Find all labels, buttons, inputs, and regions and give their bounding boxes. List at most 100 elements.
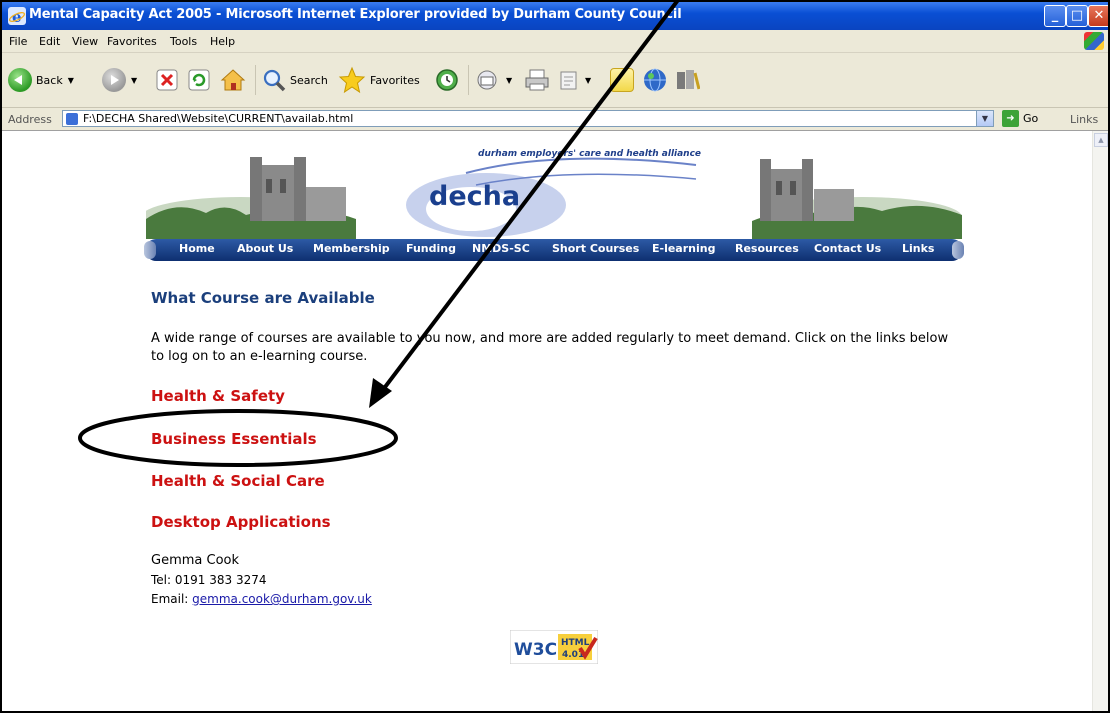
nav-funding[interactable]: Funding [406, 242, 456, 255]
chevron-down-icon: ▼ [131, 75, 138, 85]
svg-text:HTML: HTML [561, 638, 590, 648]
nav-links[interactable]: Links [902, 242, 934, 255]
windows-logo-icon [1084, 32, 1104, 50]
nav-nmds-sc[interactable]: NMDS-SC [472, 242, 530, 255]
contact-email-link[interactable]: gemma.cook@durham.gov.uk [192, 592, 372, 606]
nav-left-cap [144, 241, 156, 259]
vertical-scrollbar[interactable]: ▲ [1092, 131, 1108, 711]
title-bar[interactable]: e Mental Capacity Act 2005 - Microsoft I… [2, 2, 1108, 30]
nav-resources[interactable]: Resources [735, 242, 799, 255]
print-icon [525, 69, 549, 91]
menu-file[interactable]: File [9, 35, 27, 48]
back-label: Back [36, 73, 63, 87]
research-button[interactable] [674, 64, 700, 96]
intro-paragraph: A wide range of courses are available to… [151, 331, 949, 364]
contact-name: Gemma Cook [151, 553, 240, 568]
notes-button[interactable] [610, 64, 634, 96]
go-label: Go [1023, 112, 1039, 125]
back-arrow-icon [8, 68, 32, 92]
menu-view[interactable]: View [72, 35, 98, 48]
toolbar: Back ▼ ▼ Search Favorites ▼ ▼ [2, 53, 1108, 108]
home-icon [220, 69, 246, 91]
chevron-down-icon: ▼ [585, 75, 592, 85]
refresh-icon [188, 69, 210, 91]
chevron-down-icon: ▼ [67, 75, 74, 85]
address-bar: Address F:\DECHA Shared\Website\CURRENT\… [2, 108, 1108, 131]
address-input[interactable]: F:\DECHA Shared\Website\CURRENT\availab.… [62, 110, 994, 127]
go-arrow-icon: ➜ [1002, 110, 1019, 127]
page-viewport: durham employers' care and health allian… [2, 131, 1092, 711]
window-title: Mental Capacity Act 2005 - Microsoft Int… [29, 7, 682, 22]
chevron-down-icon: ▼ [506, 75, 513, 85]
page-heading: What Course are Available [151, 289, 375, 307]
address-label: Address [8, 113, 52, 126]
go-button[interactable]: ➜ Go [1002, 110, 1038, 127]
svg-text:e: e [12, 8, 22, 25]
svg-text:W3C: W3C [514, 640, 557, 660]
decha-logo[interactable]: durham employers' care and health allian… [396, 143, 706, 243]
nav-right-cap [952, 241, 964, 259]
forward-arrow-icon [102, 68, 126, 92]
browser-window: e Mental Capacity Act 2005 - Microsoft I… [0, 0, 1110, 713]
site-nav: Home About Us Membership Funding NMDS-SC… [144, 239, 964, 261]
print-button[interactable] [524, 64, 550, 96]
edit-icon [560, 71, 577, 90]
edit-button[interactable]: ▼ [558, 64, 591, 96]
search-label: Search [290, 73, 328, 87]
globe-icon [644, 68, 666, 92]
menu-edit[interactable]: Edit [39, 35, 60, 48]
course-link-health-social-care[interactable]: Health & Social Care [151, 472, 325, 490]
search-button[interactable]: Search [262, 64, 328, 96]
search-icon [263, 69, 286, 92]
menu-favorites[interactable]: Favorites [107, 35, 157, 48]
mail-button[interactable]: ▼ [475, 64, 512, 96]
contact-tel: Tel: 0191 383 3274 [151, 573, 267, 587]
menu-tools[interactable]: Tools [170, 35, 197, 48]
site-banner: durham employers' care and health allian… [146, 143, 962, 243]
maximize-button[interactable]: □ [1066, 5, 1088, 27]
w3c-html-badge[interactable]: W3C HTML 4.01 [509, 629, 599, 665]
stop-icon [156, 69, 178, 91]
sticky-note-icon [610, 68, 634, 92]
history-icon [436, 69, 458, 91]
page-icon [66, 113, 78, 125]
nav-about-us[interactable]: About Us [237, 242, 293, 255]
nav-short-courses[interactable]: Short Courses [552, 242, 639, 255]
favorites-label: Favorites [370, 73, 420, 87]
cathedral-image-right [752, 159, 962, 239]
toolbar-separator [468, 65, 469, 95]
nav-contact-us[interactable]: Contact Us [814, 242, 881, 255]
research-icon [677, 70, 700, 90]
minimize-button[interactable]: _ [1044, 5, 1066, 27]
cathedral-image-left [146, 157, 356, 239]
course-link-business-essentials[interactable]: Business Essentials [151, 430, 317, 448]
internet-explorer-icon: e [8, 7, 26, 25]
contact-email-line: Email: gemma.cook@durham.gov.uk [151, 590, 372, 608]
nav-membership[interactable]: Membership [313, 242, 390, 255]
links-toolbar-button[interactable]: Links [1070, 113, 1098, 126]
close-button[interactable]: ✕ [1088, 5, 1108, 27]
nav-home[interactable]: Home [179, 242, 215, 255]
menu-help[interactable]: Help [210, 35, 235, 48]
nav-e-learning[interactable]: E-learning [652, 242, 715, 255]
address-dropdown-button[interactable]: ▼ [976, 111, 993, 126]
forward-button[interactable]: ▼ [102, 64, 137, 96]
course-link-health-safety[interactable]: Health & Safety [151, 387, 285, 405]
messenger-button[interactable] [642, 64, 668, 96]
mail-icon [477, 70, 497, 90]
menu-bar: File Edit View Favorites Tools Help [2, 30, 1108, 53]
contact-email-label: Email: [151, 592, 193, 606]
history-button[interactable] [434, 64, 460, 96]
favorites-button[interactable]: Favorites [338, 64, 420, 96]
home-button[interactable] [220, 64, 246, 96]
back-button[interactable]: Back ▼ [8, 64, 74, 96]
w3c-badge-icon: W3C HTML 4.01 [509, 629, 599, 665]
decha-tagline: durham employers' care and health allian… [478, 149, 702, 159]
course-link-desktop-applications[interactable]: Desktop Applications [151, 513, 331, 531]
decha-wordmark: decha [429, 181, 521, 212]
stop-button[interactable] [156, 64, 178, 96]
address-value: F:\DECHA Shared\Website\CURRENT\availab.… [83, 112, 354, 125]
scroll-up-button[interactable]: ▲ [1094, 133, 1108, 147]
toolbar-separator [255, 65, 256, 95]
refresh-button[interactable] [188, 64, 210, 96]
